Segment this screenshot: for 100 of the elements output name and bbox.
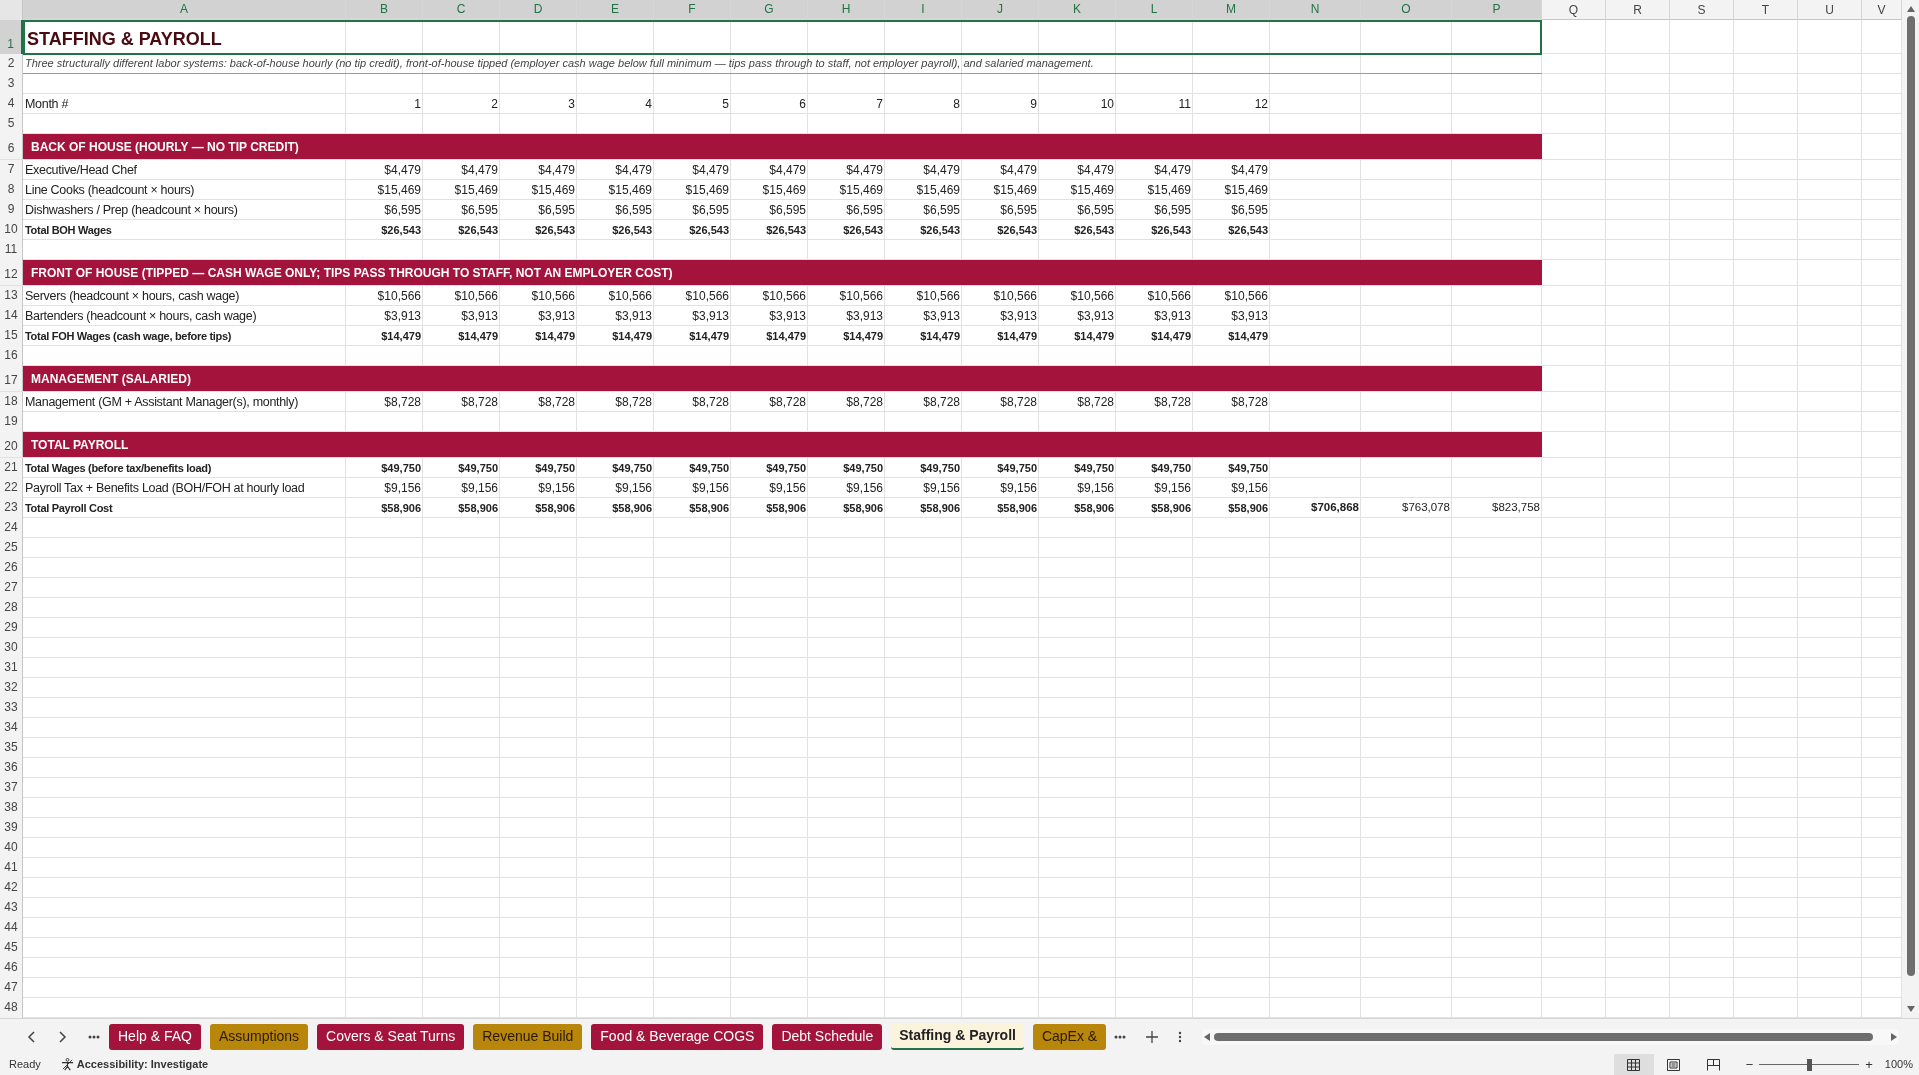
- scrollbar-thumb[interactable]: [1214, 1032, 1873, 1041]
- row-header[interactable]: 46: [0, 958, 23, 978]
- row-header[interactable]: 42: [0, 878, 23, 898]
- column-header[interactable]: T: [1734, 0, 1798, 20]
- row-header[interactable]: 47: [0, 978, 23, 998]
- row-header[interactable]: 39: [0, 818, 23, 838]
- sheet-tab[interactable]: Assumptions: [209, 1023, 309, 1050]
- row-header[interactable]: 16: [0, 346, 23, 366]
- column-header[interactable]: Q: [1542, 0, 1606, 20]
- horizontal-scrollbar[interactable]: [1202, 1028, 1899, 1045]
- row-header[interactable]: 9: [0, 200, 23, 220]
- scrollbar-thumb[interactable]: [1906, 16, 1915, 976]
- next-sheet-icon[interactable]: [59, 1030, 67, 1043]
- column-header[interactable]: A: [23, 0, 346, 20]
- row-header[interactable]: 48: [0, 998, 23, 1018]
- scroll-up-icon[interactable]: [1906, 6, 1915, 12]
- row-header[interactable]: 4: [0, 94, 23, 114]
- more-sheets-icon[interactable]: [88, 1034, 100, 1039]
- column-header[interactable]: K: [1039, 0, 1116, 20]
- row-header[interactable]: 33: [0, 698, 23, 718]
- row-header[interactable]: 22: [0, 478, 23, 498]
- row-header[interactable]: 8: [0, 180, 23, 200]
- zoom-slider[interactable]: [1759, 1058, 1860, 1071]
- row-header[interactable]: 6: [0, 134, 23, 159]
- row-header[interactable]: 25: [0, 538, 23, 558]
- row-header[interactable]: 36: [0, 758, 23, 778]
- previous-sheet-icon[interactable]: [27, 1030, 35, 1043]
- column-header[interactable]: O: [1361, 0, 1452, 20]
- column-header[interactable]: N: [1270, 0, 1361, 20]
- row-header[interactable]: 34: [0, 718, 23, 738]
- row-header[interactable]: 1: [0, 20, 23, 55]
- row-header[interactable]: 29: [0, 618, 23, 638]
- column-header[interactable]: J: [962, 0, 1039, 20]
- slider-thumb[interactable]: [1807, 1058, 1813, 1071]
- column-header[interactable]: M: [1193, 0, 1270, 20]
- row-header[interactable]: 18: [0, 392, 23, 412]
- sheet-title[interactable]: STAFFING & PAYROLL: [23, 20, 1542, 55]
- row-header[interactable]: 3: [0, 74, 23, 94]
- row-header[interactable]: 10: [0, 220, 23, 240]
- sheet-tab[interactable]: Food & Beverage COGS: [591, 1023, 764, 1050]
- row-header[interactable]: 43: [0, 898, 23, 918]
- vertical-scrollbar[interactable]: [1902, 0, 1919, 1018]
- row-header[interactable]: 5: [0, 114, 23, 134]
- row-header[interactable]: 12: [0, 260, 23, 285]
- row-header[interactable]: 14: [0, 306, 23, 326]
- sheet-tab[interactable]: CapEx &: [1032, 1023, 1107, 1050]
- row-header[interactable]: 45: [0, 938, 23, 958]
- sheet-tab[interactable]: Revenue Build: [473, 1023, 583, 1050]
- row-header[interactable]: 35: [0, 738, 23, 758]
- accessibility-button[interactable]: Accessibility: Investigate: [60, 1056, 209, 1073]
- scroll-left-icon[interactable]: [1204, 1032, 1211, 1041]
- normal-view-button[interactable]: [1613, 1054, 1654, 1075]
- column-header[interactable]: S: [1670, 0, 1734, 20]
- row-header[interactable]: 7: [0, 160, 23, 180]
- column-header[interactable]: F: [654, 0, 731, 20]
- column-header[interactable]: B: [346, 0, 423, 20]
- row-header[interactable]: 23: [0, 498, 23, 518]
- column-header[interactable]: C: [423, 0, 500, 20]
- column-header[interactable]: H: [808, 0, 885, 20]
- column-header[interactable]: E: [577, 0, 654, 20]
- scroll-down-icon[interactable]: [1906, 1006, 1915, 1012]
- column-header[interactable]: P: [1452, 0, 1542, 20]
- row-header[interactable]: 38: [0, 798, 23, 818]
- more-sheets-icon[interactable]: [1114, 1034, 1127, 1039]
- zoom-out-button[interactable]: −: [1745, 1054, 1754, 1075]
- row-header[interactable]: 24: [0, 518, 23, 538]
- column-header[interactable]: D: [500, 0, 577, 20]
- row-header[interactable]: 11: [0, 240, 23, 260]
- row-header[interactable]: 40: [0, 838, 23, 858]
- table-cell-text: 8: [952, 96, 961, 113]
- column-header[interactable]: R: [1606, 0, 1670, 20]
- options-icon[interactable]: [1178, 1030, 1183, 1043]
- row-header[interactable]: 2: [0, 54, 23, 74]
- row-header[interactable]: 15: [0, 326, 23, 346]
- row-header[interactable]: 41: [0, 858, 23, 878]
- row-header[interactable]: 44: [0, 918, 23, 938]
- sheet-tab[interactable]: Help & FAQ: [109, 1023, 201, 1050]
- row-header[interactable]: 28: [0, 598, 23, 618]
- row-header[interactable]: 13: [0, 286, 23, 306]
- scroll-right-icon[interactable]: [1891, 1032, 1897, 1041]
- row-header[interactable]: 32: [0, 678, 23, 698]
- zoom-in-button[interactable]: +: [1865, 1054, 1873, 1075]
- column-header[interactable]: I: [885, 0, 962, 20]
- row-header[interactable]: 20: [0, 432, 23, 457]
- row-header[interactable]: 19: [0, 412, 23, 432]
- row-header[interactable]: 37: [0, 778, 23, 798]
- row-header[interactable]: 26: [0, 558, 23, 578]
- table-cell-text: $58,906: [688, 500, 730, 516]
- row-header[interactable]: 27: [0, 578, 23, 598]
- column-header[interactable]: L: [1116, 0, 1193, 20]
- column-header[interactable]: G: [731, 0, 808, 20]
- row-header[interactable]: 30: [0, 638, 23, 658]
- add-sheet-icon[interactable]: [1146, 1030, 1159, 1043]
- row-header[interactable]: 17: [0, 366, 23, 391]
- sheet-tab[interactable]: Staffing & Payroll: [891, 1023, 1024, 1050]
- row-header[interactable]: 31: [0, 658, 23, 678]
- column-header[interactable]: U: [1798, 0, 1862, 20]
- sheet-tab[interactable]: Debt Schedule: [772, 1023, 883, 1050]
- row-header[interactable]: 21: [0, 458, 23, 478]
- sheet-tab[interactable]: Covers & Seat Turns: [317, 1023, 465, 1050]
